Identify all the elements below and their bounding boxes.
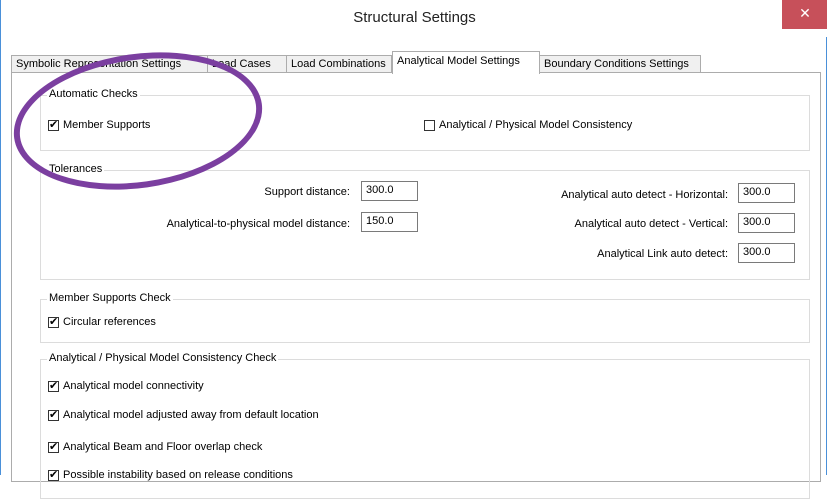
auto-detect-vertical-label: Analytical auto detect - Vertical:: [574, 218, 728, 230]
member-supports-check-title: Member Supports Check: [47, 292, 173, 304]
instability-checkbox[interactable]: Possible instability based on release co…: [48, 468, 293, 481]
consistency-checkbox[interactable]: Analytical / Physical Model Consistency: [424, 119, 632, 131]
automatic-checks-title: Automatic Checks: [47, 88, 140, 100]
circular-references-checkbox[interactable]: Circular references: [48, 315, 156, 328]
analytical-to-physical-label: Analytical-to-physical model distance:: [166, 218, 350, 230]
connectivity-label: Analytical model connectivity: [63, 380, 204, 392]
structural-settings-window: Structural Settings ✕ Symbolic Represent…: [0, 0, 827, 499]
tab-analytical-model-settings[interactable]: Analytical Model Settings: [392, 51, 540, 74]
check-icon: [48, 468, 59, 481]
check-icon: [48, 315, 59, 328]
title-bar: Structural Settings ✕: [1, 0, 827, 37]
window-title: Structural Settings: [353, 9, 476, 26]
check-icon: [48, 440, 59, 453]
tab-boundary-conditions-settings[interactable]: Boundary Conditions Settings: [539, 55, 701, 72]
connectivity-checkbox[interactable]: Analytical model connectivity: [48, 379, 204, 392]
tab-load-cases[interactable]: Load Cases: [207, 55, 287, 72]
tab-load-combinations[interactable]: Load Combinations: [286, 55, 392, 72]
check-icon: [48, 118, 59, 131]
checkbox-empty-icon: [424, 119, 435, 131]
auto-detect-horizontal-field[interactable]: 300.0: [738, 183, 795, 203]
close-button[interactable]: ✕: [782, 0, 827, 29]
consistency-check-title: Analytical / Physical Model Consistency …: [47, 352, 279, 364]
check-icon: [48, 379, 59, 392]
instability-label: Possible instability based on release co…: [63, 469, 293, 481]
tolerances-title: Tolerances: [47, 163, 105, 175]
auto-detect-horizontal-label: Analytical auto detect - Horizontal:: [561, 189, 728, 201]
link-auto-detect-field[interactable]: 300.0: [738, 243, 795, 263]
link-auto-detect-label: Analytical Link auto detect:: [597, 248, 728, 260]
adjusted-location-label: Analytical model adjusted away from defa…: [63, 409, 319, 421]
tab-strip: Symbolic Representation Settings Load Ca…: [11, 51, 821, 74]
support-distance-label: Support distance:: [264, 186, 350, 198]
member-supports-label: Member Supports: [63, 119, 151, 131]
check-icon: [48, 408, 59, 421]
tab-panel: Automatic Checks Member Supports Analyti…: [11, 72, 821, 499]
overlap-check-checkbox[interactable]: Analytical Beam and Floor overlap check: [48, 440, 263, 453]
overlap-check-label: Analytical Beam and Floor overlap check: [63, 441, 263, 453]
member-supports-checkbox[interactable]: Member Supports: [48, 118, 151, 131]
consistency-label: Analytical / Physical Model Consistency: [439, 119, 633, 131]
tab-symbolic-representation-settings[interactable]: Symbolic Representation Settings: [11, 55, 208, 72]
circular-references-label: Circular references: [63, 316, 156, 328]
support-distance-field[interactable]: 300.0: [361, 181, 418, 201]
analytical-to-physical-field[interactable]: 150.0: [361, 212, 418, 232]
auto-detect-vertical-field[interactable]: 300.0: [738, 213, 795, 233]
adjusted-location-checkbox[interactable]: Analytical model adjusted away from defa…: [48, 408, 319, 421]
